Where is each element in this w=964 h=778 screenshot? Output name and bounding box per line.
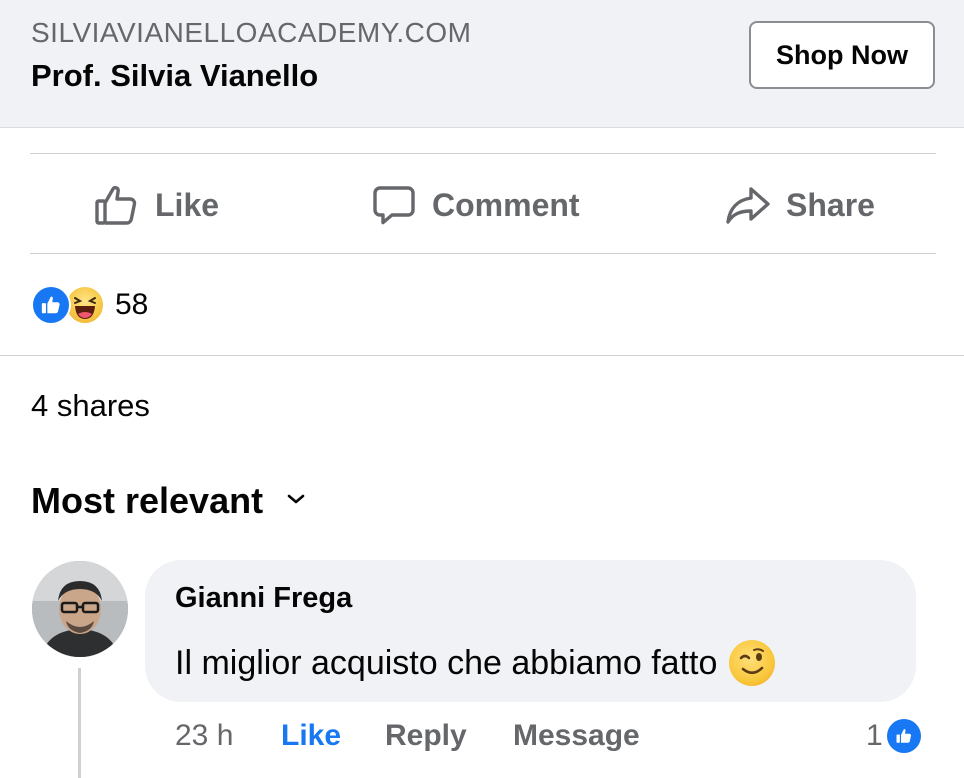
- avatar[interactable]: [32, 561, 128, 657]
- comment-message-button[interactable]: Message: [513, 719, 640, 753]
- like-label: Like: [155, 186, 220, 223]
- comment-text-row: Il miglior acquisto che abbiamo fatto: [175, 640, 776, 686]
- sort-label: Most relevant: [31, 480, 264, 521]
- comment-meta: 23 h Like Reply Message: [175, 716, 640, 756]
- share-label: Share: [786, 186, 875, 223]
- chevron-down-icon: [285, 492, 307, 511]
- link-domain: SILVIAVIANELLOACADEMY.COM: [31, 17, 472, 48]
- comment-text: Il miglior acquisto che abbiamo fatto: [175, 643, 718, 682]
- comment-author[interactable]: Gianni Frega: [175, 582, 352, 615]
- link-preview-card[interactable]: SILVIAVIANELLOACADEMY.COM Prof. Silvia V…: [0, 0, 964, 128]
- like-action-button[interactable]: Like: [93, 172, 219, 238]
- comment-timestamp[interactable]: 23 h: [175, 719, 281, 753]
- haha-reaction-icon: [65, 285, 105, 325]
- link-title[interactable]: Prof. Silvia Vianello: [31, 58, 318, 94]
- thumbs-up-icon: [93, 181, 141, 229]
- divider: [30, 253, 936, 254]
- comment-reaction-count: 1: [866, 719, 883, 752]
- share-arrow-icon: [724, 181, 772, 229]
- like-reaction-icon: [31, 285, 71, 325]
- thread-line: [78, 668, 81, 778]
- comment-reactions[interactable]: 1: [866, 716, 921, 756]
- divider: [30, 153, 936, 154]
- comment-bubble[interactable]: Gianni Frega Il miglior acquisto che abb…: [145, 560, 916, 702]
- speech-bubble-icon: [370, 181, 418, 229]
- reaction-count: 58: [115, 288, 149, 321]
- wink-emoji-icon: [729, 640, 776, 686]
- comment-label: Comment: [432, 186, 580, 223]
- like-reaction-icon: [886, 719, 921, 753]
- comment-reply-button[interactable]: Reply: [385, 719, 513, 753]
- divider: [0, 355, 964, 356]
- comment-sort-dropdown[interactable]: Most relevant: [31, 480, 307, 522]
- comment-like-button[interactable]: Like: [281, 719, 385, 753]
- shares-count[interactable]: 4 shares: [31, 388, 150, 424]
- comment-action-button[interactable]: Comment: [370, 172, 580, 238]
- shop-now-button[interactable]: Shop Now: [749, 21, 935, 89]
- reactions-summary[interactable]: 58: [31, 284, 148, 326]
- share-action-button[interactable]: Share: [724, 172, 875, 238]
